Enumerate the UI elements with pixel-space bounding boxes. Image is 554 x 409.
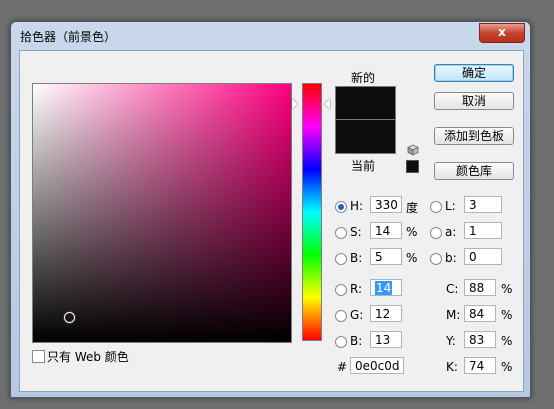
blue-radio[interactable]	[335, 336, 347, 348]
lab-l-radio[interactable]	[430, 201, 442, 213]
sv-black-gradient	[33, 84, 291, 342]
yellow-unit: %	[501, 334, 513, 348]
web-colors-only-checkbox[interactable]	[32, 350, 45, 363]
web-safe-color-swatch[interactable]	[406, 160, 419, 173]
color-libraries-button[interactable]: 颜色库	[434, 162, 514, 180]
green-label: G:	[350, 308, 364, 322]
web-colors-only-label: 只有 Web 颜色	[47, 350, 129, 364]
hue-label: H:	[350, 199, 364, 213]
magenta-unit: %	[501, 308, 513, 322]
cyan-field[interactable]: 88	[464, 279, 496, 296]
add-to-swatches-button[interactable]: 添加到色板	[434, 127, 514, 145]
red-radio[interactable]	[335, 284, 347, 296]
cancel-button[interactable]: 取消	[434, 92, 514, 110]
close-icon: x	[498, 25, 506, 39]
hue-radio[interactable]	[335, 201, 347, 213]
magenta-label: M:	[446, 308, 461, 322]
yellow-field[interactable]: 83	[464, 331, 496, 348]
hue-slider-left-arrow-icon[interactable]	[292, 99, 298, 110]
new-color-swatch	[335, 86, 396, 121]
ok-button[interactable]: 确定	[434, 64, 514, 82]
green-radio[interactable]	[335, 310, 347, 322]
hue-slider-right-arrow-icon[interactable]	[324, 99, 330, 110]
dialog-body: 新的 当前 确定 取消 添加到色板 颜色库 H: 330 度 S: 14 % B…	[19, 50, 524, 392]
window-title: 拾色器（前景色）	[20, 30, 117, 44]
blue-field[interactable]: 13	[370, 331, 402, 348]
red-value: 14	[375, 281, 393, 295]
red-field[interactable]: 14	[370, 279, 402, 296]
saturation-unit: %	[406, 225, 418, 239]
magenta-field[interactable]: 84	[464, 305, 496, 322]
blue-label: B:	[350, 334, 363, 348]
lab-b-field[interactable]: 0	[464, 248, 502, 265]
lab-l-label: L:	[445, 199, 456, 213]
color-picker-dialog: 拾色器（前景色） x 新的 当前 确定 取消 添加到色板 颜色库 H: 330 …	[10, 21, 531, 398]
saturation-radio[interactable]	[335, 227, 347, 239]
red-label: R:	[350, 282, 363, 296]
lab-a-label: a:	[445, 225, 457, 239]
lab-a-radio[interactable]	[430, 227, 442, 239]
hue-field[interactable]: 330	[370, 196, 402, 213]
lab-a-field[interactable]: 1	[464, 222, 502, 239]
hue-unit: 度	[406, 201, 419, 215]
saturation-label: S:	[350, 225, 362, 239]
lab-b-label: b:	[445, 251, 457, 265]
brightness-field[interactable]: 5	[370, 248, 402, 265]
yellow-label: Y:	[446, 334, 456, 348]
brightness-label: B:	[350, 251, 363, 265]
hex-label: #	[337, 360, 348, 374]
cyan-label: C:	[446, 282, 459, 296]
lab-l-field[interactable]: 3	[464, 196, 502, 213]
black-label: K:	[446, 360, 458, 374]
saturation-field[interactable]: 14	[370, 222, 402, 239]
out-of-gamut-cube-icon[interactable]	[407, 144, 419, 156]
brightness-radio[interactable]	[335, 253, 347, 265]
cyan-unit: %	[501, 282, 513, 296]
hex-field[interactable]: 0e0c0d	[350, 357, 404, 374]
green-field[interactable]: 12	[370, 305, 402, 322]
current-color-swatch[interactable]	[335, 119, 396, 154]
black-unit: %	[501, 360, 513, 374]
black-field[interactable]: 74	[464, 357, 496, 374]
lab-b-radio[interactable]	[430, 253, 442, 265]
close-button[interactable]: x	[479, 23, 525, 43]
current-color-label: 当前	[351, 159, 376, 173]
hue-slider[interactable]	[302, 83, 322, 341]
new-color-label: 新的	[351, 71, 376, 85]
brightness-unit: %	[406, 251, 418, 265]
saturation-brightness-field[interactable]	[32, 83, 292, 343]
